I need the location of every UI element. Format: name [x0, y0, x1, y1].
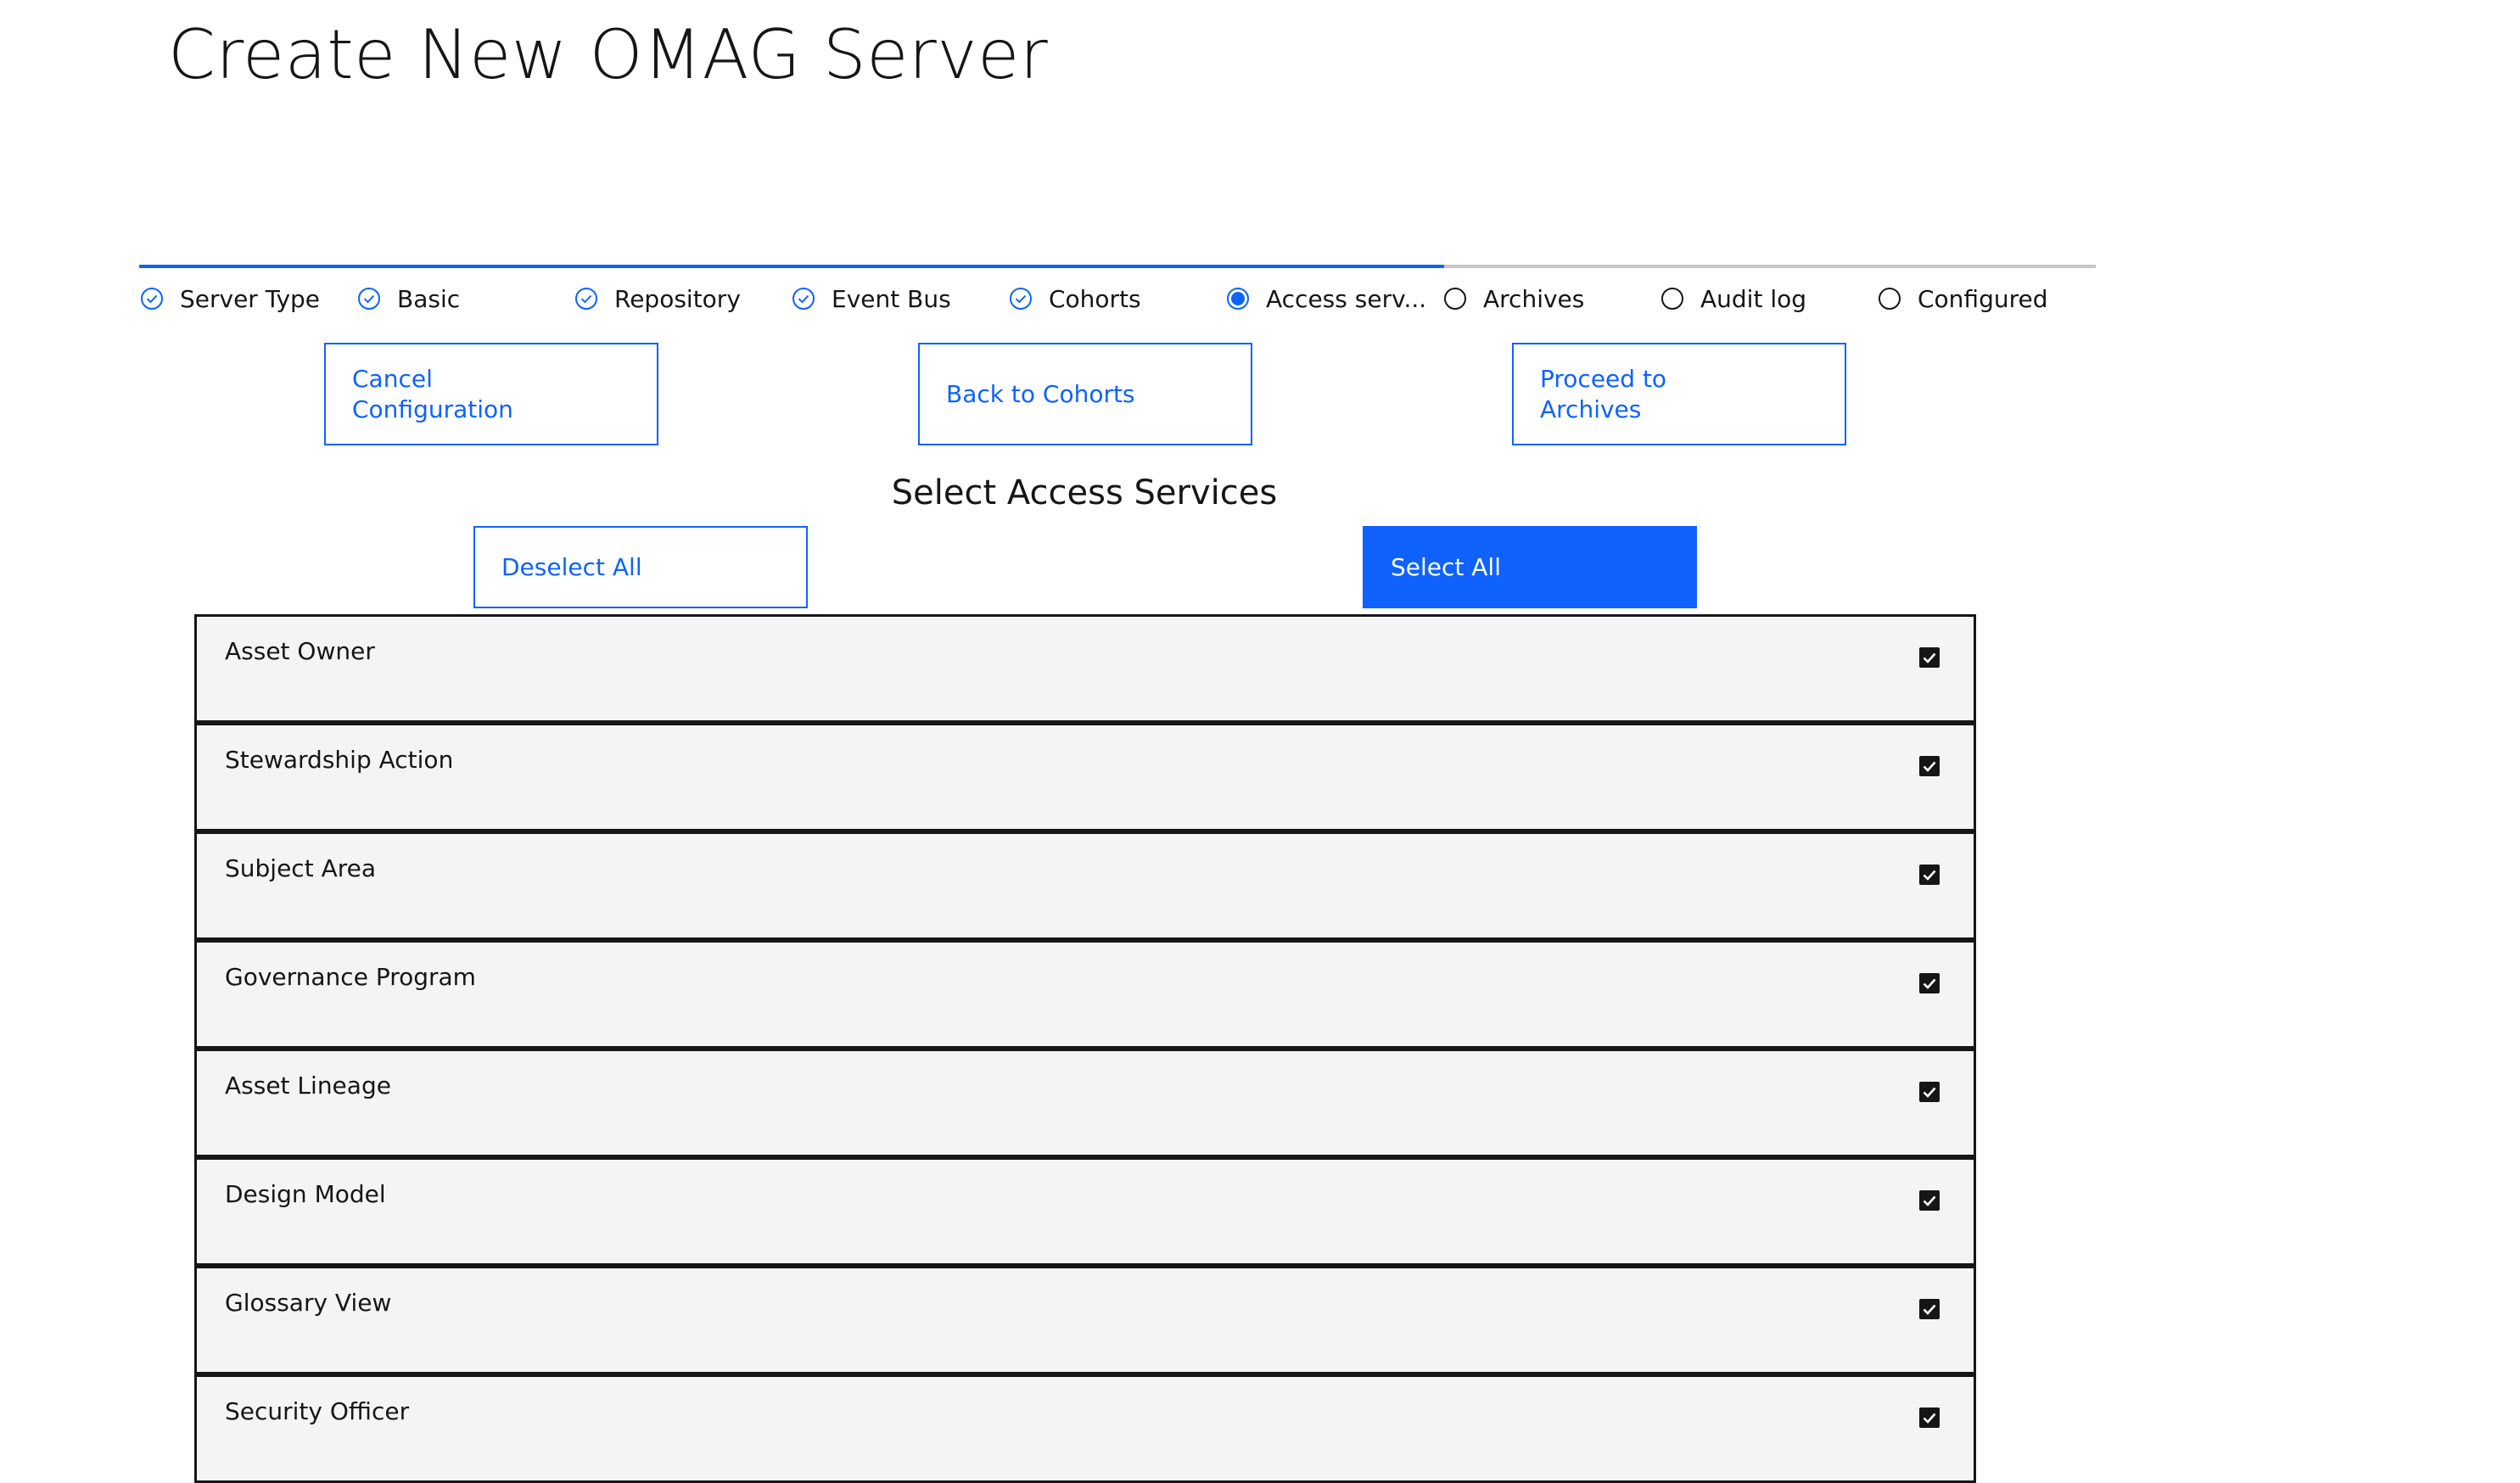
checkbox-checked-icon[interactable]: [1919, 973, 1940, 993]
progress-indicator: Server Type Basic Repository Event Bus C…: [139, 265, 2096, 316]
section-title: Select Access Services: [891, 473, 1278, 512]
radio-empty-icon: [1877, 286, 1902, 311]
radio-empty-icon: [1442, 286, 1468, 311]
step-access-services[interactable]: Access serv...: [1225, 283, 1426, 314]
step-label: Cohorts: [1049, 284, 1141, 313]
step-repository[interactable]: Repository: [574, 283, 741, 314]
checkbox-checked-icon[interactable]: [1919, 865, 1940, 885]
service-row-asset-owner[interactable]: Asset Owner: [194, 614, 1976, 723]
step-label: Access serv...: [1266, 284, 1427, 313]
checkmark-outline-icon: [1008, 286, 1033, 311]
step-archives[interactable]: Archives: [1442, 283, 1584, 314]
checkbox-checked-icon[interactable]: [1919, 756, 1940, 776]
radio-filled-icon: [1225, 286, 1251, 311]
service-label: Design Model: [225, 1180, 386, 1208]
service-label: Asset Lineage: [225, 1072, 391, 1100]
service-label: Subject Area: [225, 854, 377, 882]
step-basic[interactable]: Basic: [356, 283, 460, 314]
progress-fill: [139, 265, 1444, 268]
step-label: Audit log: [1700, 284, 1807, 313]
service-label: Governance Program: [225, 963, 476, 991]
checkmark-outline-icon: [791, 286, 816, 311]
checkbox-checked-icon[interactable]: [1919, 647, 1940, 668]
step-label: Archives: [1483, 284, 1585, 313]
select-all-button[interactable]: Select All: [1363, 526, 1697, 608]
radio-empty-icon: [1660, 286, 1685, 311]
step-label: Configured: [1918, 284, 2048, 313]
cancel-configuration-button[interactable]: Cancel Configuration: [324, 343, 658, 445]
service-label: Security Officer: [225, 1397, 410, 1425]
access-services-list: Asset Owner Stewardship Action Subject A…: [194, 614, 1976, 1483]
checkbox-checked-icon[interactable]: [1919, 1190, 1940, 1211]
service-row-asset-lineage[interactable]: Asset Lineage: [194, 1049, 1976, 1157]
step-label: Basic: [397, 284, 461, 313]
step-label: Server Type: [180, 284, 321, 313]
service-label: Glossary View: [225, 1289, 392, 1317]
step-configured[interactable]: Configured: [1877, 283, 2047, 314]
service-label: Stewardship Action: [225, 746, 454, 774]
step-cohorts[interactable]: Cohorts: [1008, 283, 1141, 314]
step-label: Event Bus: [832, 284, 951, 313]
checkmark-outline-icon: [139, 286, 165, 311]
checkmark-outline-icon: [356, 286, 382, 311]
service-row-glossary-view[interactable]: Glossary View: [194, 1266, 1976, 1374]
checkbox-checked-icon[interactable]: [1919, 1299, 1940, 1319]
back-to-cohorts-button[interactable]: Back to Cohorts: [918, 343, 1252, 445]
service-row-security-officer[interactable]: Security Officer: [194, 1374, 1976, 1483]
checkbox-checked-icon[interactable]: [1919, 1407, 1940, 1428]
service-row-stewardship-action[interactable]: Stewardship Action: [194, 723, 1976, 831]
checkbox-checked-icon[interactable]: [1919, 1082, 1940, 1102]
service-row-design-model[interactable]: Design Model: [194, 1157, 1976, 1266]
proceed-to-archives-button[interactable]: Proceed to Archives: [1512, 343, 1846, 445]
deselect-all-button[interactable]: Deselect All: [473, 526, 808, 608]
page-title: Create New OMAG Server: [168, 15, 1049, 94]
step-label: Repository: [614, 284, 741, 313]
step-event-bus[interactable]: Event Bus: [791, 283, 951, 314]
service-row-subject-area[interactable]: Subject Area: [194, 831, 1976, 940]
step-audit-log[interactable]: Audit log: [1660, 283, 1806, 314]
service-row-governance-program[interactable]: Governance Program: [194, 940, 1976, 1049]
checkmark-outline-icon: [574, 286, 599, 311]
step-server-type[interactable]: Server Type: [139, 283, 320, 314]
service-label: Asset Owner: [225, 637, 375, 665]
